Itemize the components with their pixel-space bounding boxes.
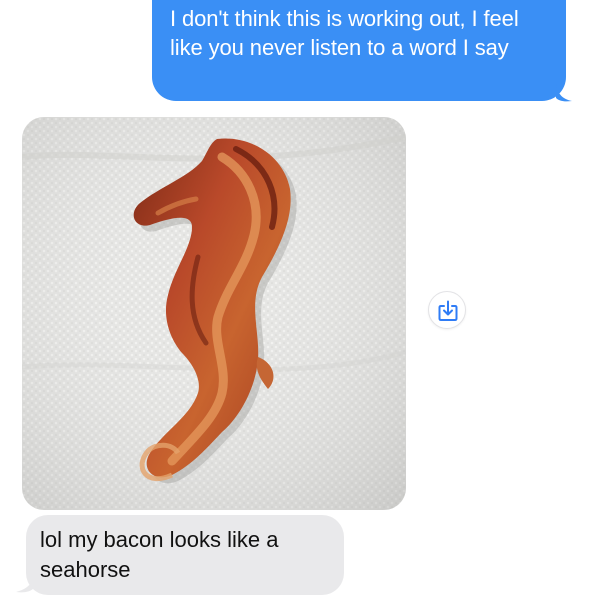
sent-message-bubble[interactable]: I don't think this is working out, I fee…	[152, 0, 566, 101]
received-message-text: lol my bacon looks like a seahorse	[40, 527, 279, 582]
received-message-bubble[interactable]: lol my bacon looks like a seahorse	[26, 515, 344, 595]
received-bubble-tail	[16, 576, 34, 593]
save-download-icon	[438, 300, 458, 321]
photo-attachment[interactable]	[22, 117, 406, 510]
sent-bubble-tail	[556, 84, 572, 102]
save-photo-button[interactable]	[428, 291, 466, 329]
bacon-seahorse-photo	[22, 117, 406, 510]
sent-message-text: I don't think this is working out, I fee…	[170, 6, 519, 60]
message-thread: I don't think this is working out, I fee…	[0, 0, 600, 595]
